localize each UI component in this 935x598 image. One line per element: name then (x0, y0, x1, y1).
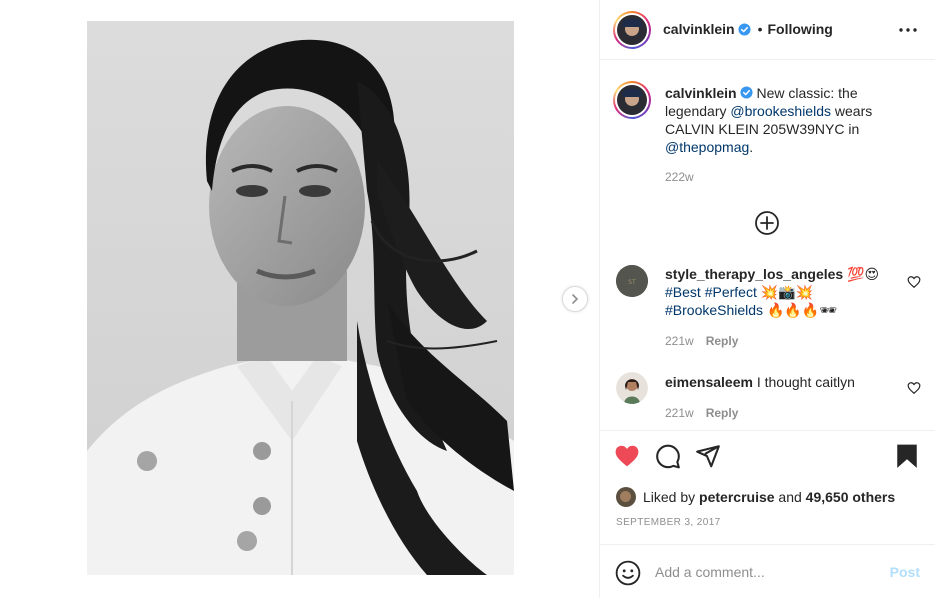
hashtag-perfect[interactable]: #Perfect (705, 284, 757, 300)
more-options-button[interactable] (898, 20, 918, 40)
media-pane (0, 0, 599, 598)
mention-thepopmag[interactable]: @thepopmag (665, 139, 749, 155)
comment-timestamp[interactable]: 221w (665, 334, 694, 348)
add-comment-bar: Post (600, 544, 935, 598)
share-send-icon[interactable] (695, 443, 721, 469)
likes-summary: Liked by petercruise and 49,650 others (616, 487, 895, 507)
comment-like-heart-icon[interactable] (907, 275, 921, 289)
author-avatar[interactable] (613, 11, 651, 49)
hashtag-best[interactable]: #Best (665, 284, 701, 300)
svg-text:ST: ST (628, 279, 636, 286)
post-photo[interactable] (87, 21, 514, 575)
load-more-comments-icon[interactable] (754, 210, 780, 236)
verified-badge-icon (740, 86, 753, 99)
comment-like-heart-icon[interactable] (907, 381, 921, 395)
comment-input[interactable] (655, 561, 875, 583)
commenter-avatar[interactable] (616, 372, 648, 404)
save-bookmark-icon[interactable] (894, 443, 920, 469)
caption-author-avatar[interactable] (613, 81, 651, 119)
caption-username[interactable]: calvinklein (665, 85, 737, 101)
post-date[interactable]: SEPTEMBER 3, 2017 (616, 517, 721, 528)
mention-brookeshields[interactable]: @brookeshields (730, 103, 831, 119)
liker-avatar[interactable] (616, 487, 636, 507)
comment-emoji: 💥📸💥 (760, 284, 814, 300)
post-header: calvinklein • Following (600, 0, 935, 60)
commenter-avatar[interactable]: ST (616, 265, 648, 297)
comment-text: I thought caitlyn (756, 374, 855, 390)
comment-body: eimensaleem I thought caitlyn (665, 373, 897, 391)
comment-username[interactable]: style_therapy_los_angeles (665, 266, 843, 282)
liker-username[interactable]: petercruise (699, 489, 774, 505)
post-comment-button[interactable]: Post (890, 564, 920, 580)
post-actions: Liked by petercruise and 49,650 others S… (600, 430, 935, 544)
separator-dot: • (757, 21, 763, 37)
comments-section[interactable]: calvinklein New classic: the legendary @… (600, 61, 935, 429)
liked-by-label: Liked by (643, 489, 696, 505)
next-image-button[interactable] (562, 286, 588, 312)
hashtag-brookeshields[interactable]: #BrookeShields (665, 302, 763, 318)
following-button[interactable]: Following (768, 21, 833, 37)
comment-username[interactable]: eimensaleem (665, 374, 753, 390)
author-info: calvinklein • Following (663, 21, 833, 37)
like-heart-icon[interactable] (614, 443, 640, 469)
more-horizontal-icon (899, 28, 917, 32)
comment-body: style_therapy_los_angeles 💯😍 #Best #Perf… (665, 265, 897, 319)
post-side-pane: calvinklein • Following calvinklein New … (599, 0, 935, 598)
comment-meta: 221w Reply (665, 406, 738, 420)
emoji-smiley-icon[interactable] (615, 560, 641, 586)
author-username[interactable]: calvinklein (663, 21, 735, 37)
caption-text-end: . (749, 139, 754, 155)
comment-bubble-icon[interactable] (655, 443, 681, 469)
comment-emoji: 🔥🔥🔥🕶 (766, 302, 838, 318)
likes-count[interactable]: 49,650 others (806, 489, 896, 505)
chevron-right-icon (572, 294, 579, 304)
comment-meta: 221w Reply (665, 334, 738, 348)
verified-badge-icon (738, 22, 751, 36)
reply-button[interactable]: Reply (706, 334, 739, 348)
caption: calvinklein New classic: the legendary @… (665, 84, 920, 156)
likes-and-label: and (778, 489, 802, 505)
comment-emoji: 💯😍 (847, 266, 880, 282)
comment-timestamp[interactable]: 221w (665, 406, 694, 420)
caption-timestamp[interactable]: 222w (665, 170, 694, 184)
reply-button[interactable]: Reply (706, 406, 739, 420)
